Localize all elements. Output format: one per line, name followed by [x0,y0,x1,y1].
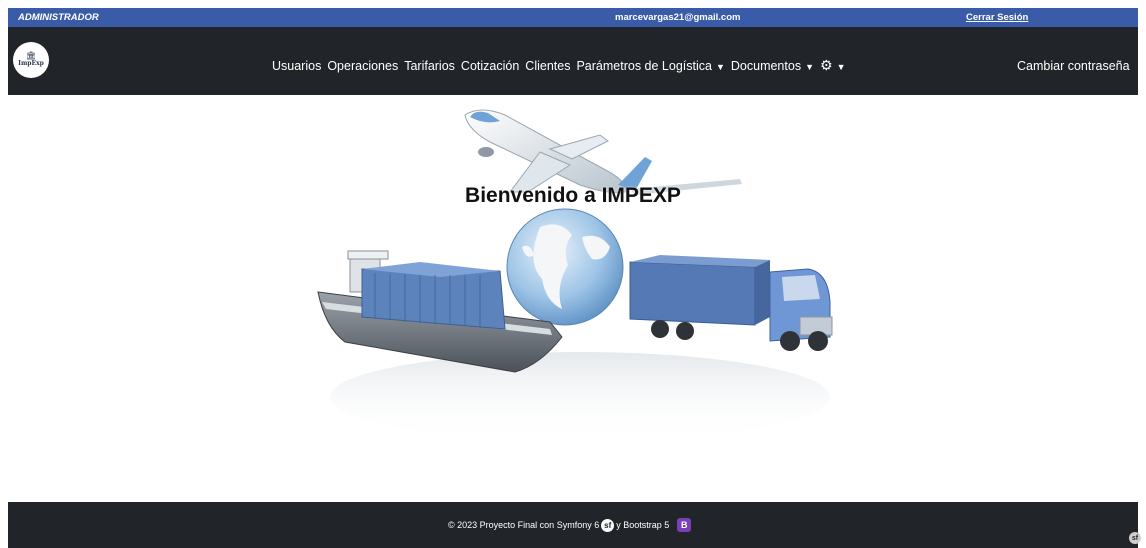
user-role: ADMINISTRADOR [18,12,99,23]
footer: © 2023 Proyecto Final con Symfony 6 sf y… [8,502,1141,548]
nav-item-clientes[interactable]: Clientes [525,59,570,73]
user-email: marcevargas21@gmail.com [615,12,741,23]
top-bar: ADMINISTRADOR marcevargas21@gmail.com Ce… [8,8,1138,27]
caret-down-icon: ▼ [805,62,814,72]
footer-credits: © 2023 Proyecto Final con Symfony 6 sf y… [448,518,692,532]
logistics-illustration-svg [317,109,833,442]
nav-item-tarifarios[interactable]: Tarifarios [404,59,455,73]
welcome-heading: Bienvenido a IMPEXP [465,184,681,207]
nav-item-usuarios[interactable]: Usuarios [272,59,321,73]
logout-link[interactable]: Cerrar Sesión [966,12,1028,23]
change-password-link[interactable]: Cambiar contraseña [1017,59,1130,73]
logistics-illustration [300,97,850,447]
caret-down-icon: ▼ [715,62,725,72]
footer-text: © 2023 Proyecto Final con Symfony 6 [448,520,600,530]
main-navbar: 🏛 ImpExp Usuarios Operaciones Tarifarios… [8,27,1138,95]
brand-logo[interactable]: 🏛 ImpExp [13,42,49,78]
nav-item-label: Documentos [730,59,802,73]
building-icon: 🏛 [25,51,37,60]
nav-item-label: Parámetros de Logística [576,59,712,73]
nav-dropdown-settings[interactable]: ⚙ ▼ [820,57,846,73]
caret-down-icon: ▼ [836,62,846,72]
bootstrap-icon: B [677,518,692,532]
nav-item-operaciones[interactable]: Operaciones [327,59,398,73]
airplane-shape [464,109,742,195]
footer-text-bootstrap: y Bootstrap 5 [616,520,670,530]
nav-dropdown-documentos[interactable]: Documentos ▼ [731,59,814,73]
gear-icon: ⚙ [820,57,833,73]
truck-shape [629,255,833,351]
brand-name: ImpExp [18,60,44,67]
nav-dropdown-parametros-logistica[interactable]: Parámetros de Logística ▼ [576,59,724,73]
nav-menu: Usuarios Operaciones Tarifarios Cotizaci… [272,57,851,73]
globe-shape [506,208,624,326]
symfony-toolbar-icon[interactable]: sf [1129,532,1141,544]
symfony-icon: sf [601,518,615,532]
nav-item-cotizacion[interactable]: Cotización [461,59,519,73]
